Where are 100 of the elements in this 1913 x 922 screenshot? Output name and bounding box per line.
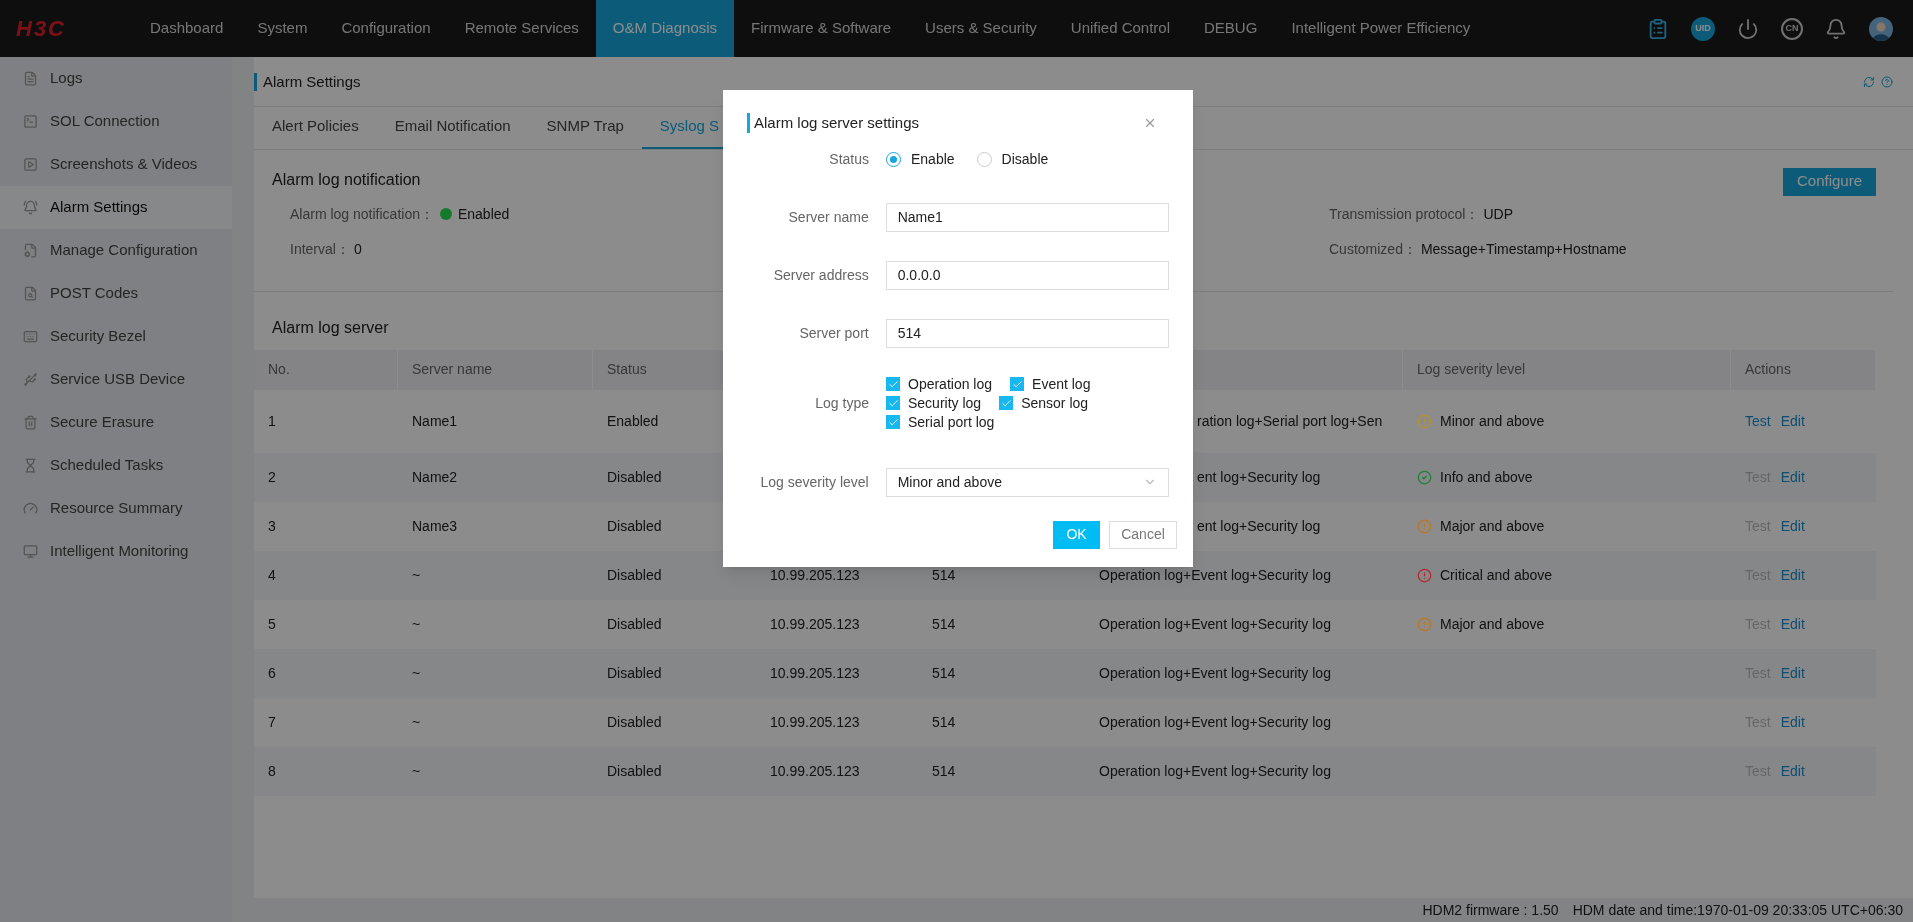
table-cell: 2 xyxy=(268,468,276,485)
checkbox-option[interactable]: Operation log xyxy=(886,374,993,394)
nav-tab[interactable]: Firmware & Software xyxy=(734,0,909,57)
severity-text: Info and above xyxy=(1440,467,1533,487)
field-label: Alarm log notification： xyxy=(290,204,434,224)
terminal-icon xyxy=(23,114,38,129)
clipboard-icon[interactable] xyxy=(1647,17,1669,40)
action-link[interactable]: Edit xyxy=(1780,711,1805,733)
checkbox-option[interactable]: Security log xyxy=(886,393,982,413)
action-link[interactable]: Edit xyxy=(1780,466,1805,488)
severity-text: Critical and above xyxy=(1440,565,1553,585)
text-field[interactable]: Name1 xyxy=(885,202,1169,232)
radio-option[interactable]: Enable xyxy=(886,148,955,170)
nav-tab[interactable]: Unified Control xyxy=(1053,0,1188,57)
uid-button[interactable]: UID xyxy=(1691,16,1715,41)
configure-button[interactable]: Configure xyxy=(1782,167,1876,196)
action-link[interactable]: Test xyxy=(1745,410,1771,432)
sidebar-item[interactable]: Logs xyxy=(0,57,232,100)
nav-tab[interactable]: Dashboard xyxy=(133,0,241,57)
monitor-icon xyxy=(23,544,38,559)
sidebar-item[interactable]: Screenshots & Videos xyxy=(0,143,232,186)
table-cell: 6 xyxy=(268,664,276,681)
table-cell: ent log+Security log xyxy=(1197,468,1321,485)
sidebar-item[interactable]: Alarm Settings xyxy=(0,186,232,229)
tab[interactable]: Email Notification xyxy=(376,106,529,149)
action-link[interactable]: Edit xyxy=(1780,564,1805,586)
sidebar-item[interactable]: Service USB Device xyxy=(0,358,232,401)
action-link[interactable]: Edit xyxy=(1780,410,1805,432)
table-cell: 7 xyxy=(268,713,276,730)
field-value: Message+Timestamp+Hostname xyxy=(1420,239,1627,259)
file-search-icon xyxy=(23,286,38,301)
table-cell: Operation log+Event log+Security log xyxy=(1099,566,1331,583)
severity-text: Major and above xyxy=(1440,614,1545,634)
sidebar-item[interactable]: POST Codes xyxy=(0,272,232,315)
table-cell: Disabled xyxy=(607,566,662,583)
field-label: Interval： xyxy=(290,239,350,259)
power-icon[interactable] xyxy=(1737,17,1759,40)
nav-tab[interactable]: Users & Security xyxy=(908,0,1054,57)
sidebar-item[interactable]: SOL Connection xyxy=(0,100,232,143)
table-cell: Disabled xyxy=(607,468,662,485)
avatar-icon[interactable] xyxy=(1869,16,1893,41)
nav-tab[interactable]: Remote Services xyxy=(447,0,596,57)
document-icon xyxy=(23,71,38,86)
nav-tab[interactable]: System xyxy=(240,0,325,57)
tab[interactable]: Alert Policies xyxy=(254,106,377,149)
action-link[interactable]: Edit xyxy=(1780,760,1805,782)
table-cell: 514 xyxy=(932,713,956,730)
sidebar-item[interactable]: Security Bezel xyxy=(0,315,232,358)
sidebar-item[interactable]: Manage Configuration xyxy=(0,229,232,272)
cancel-button[interactable]: Cancel xyxy=(1109,520,1177,549)
gauge-icon xyxy=(23,501,38,516)
sidebar-item[interactable]: Intelligent Monitoring xyxy=(0,530,232,573)
table-cell: 1 xyxy=(268,412,276,429)
help-icon[interactable] xyxy=(1881,76,1893,89)
bell-icon[interactable] xyxy=(1825,17,1847,40)
checkbox-option[interactable]: Sensor log xyxy=(999,393,1089,413)
text-field[interactable]: 514 xyxy=(885,318,1169,348)
table-cell: 10.99.205.123 xyxy=(770,664,860,681)
sidebar-item[interactable]: Secure Erasure xyxy=(0,401,232,444)
nav-tab[interactable]: O&M Diagnosis xyxy=(595,0,735,57)
checkbox-option[interactable]: Event log xyxy=(1010,374,1091,394)
checkbox-option[interactable]: Serial port log xyxy=(886,412,995,432)
tab[interactable]: SNMP Trap xyxy=(528,106,642,149)
refresh-icon[interactable] xyxy=(1863,76,1875,89)
check-icon xyxy=(887,378,899,390)
table-cell: Name1 xyxy=(412,412,458,429)
page-title: Alarm Settings xyxy=(263,72,361,92)
action-link[interactable]: Edit xyxy=(1780,613,1805,635)
table-cell: 514 xyxy=(932,615,956,632)
severity-dropdown[interactable]: Minor and above xyxy=(885,467,1169,497)
table-cell: 10.99.205.123 xyxy=(770,713,860,730)
column-header: Actions xyxy=(1745,360,1791,379)
table-cell: Disabled xyxy=(607,664,662,681)
table-cell: Operation log+Event log+Security log xyxy=(1099,664,1331,681)
table-cell: 514 xyxy=(932,566,956,583)
logo: H3C xyxy=(16,15,66,43)
action-link[interactable]: Edit xyxy=(1780,662,1805,684)
action-link[interactable]: Edit xyxy=(1780,515,1805,537)
form-label: Log severity level xyxy=(759,472,869,492)
language-button[interactable]: CN xyxy=(1781,17,1803,40)
table-cell: ration log+Serial port log+Sen xyxy=(1197,412,1383,429)
column-header: Status xyxy=(607,360,647,379)
text-field[interactable]: 0.0.0.0 xyxy=(885,260,1169,290)
sidebar-item[interactable]: Scheduled Tasks xyxy=(0,444,232,487)
ok-button[interactable]: OK xyxy=(1053,520,1100,549)
sidebar-item[interactable]: Resource Summary xyxy=(0,487,232,530)
form-label: Server name xyxy=(787,207,869,227)
radio-option[interactable]: Disable xyxy=(976,148,1049,170)
column-header: No. xyxy=(268,360,290,379)
table-cell: 5 xyxy=(268,615,276,632)
form-label: Server port xyxy=(798,323,869,343)
nav-tab[interactable]: DEBUG xyxy=(1187,0,1275,57)
form-label: Server address xyxy=(772,265,869,285)
severity-text: Minor and above xyxy=(1440,411,1545,431)
table-cell: ~ xyxy=(412,566,421,583)
table-cell: Operation log+Event log+Security log xyxy=(1099,762,1331,779)
nav-tab[interactable]: Intelligent Power Efficiency xyxy=(1274,0,1488,57)
table-cell: Disabled xyxy=(607,713,662,730)
nav-tab[interactable]: Configuration xyxy=(324,0,448,57)
column-header: Server name xyxy=(412,360,493,379)
